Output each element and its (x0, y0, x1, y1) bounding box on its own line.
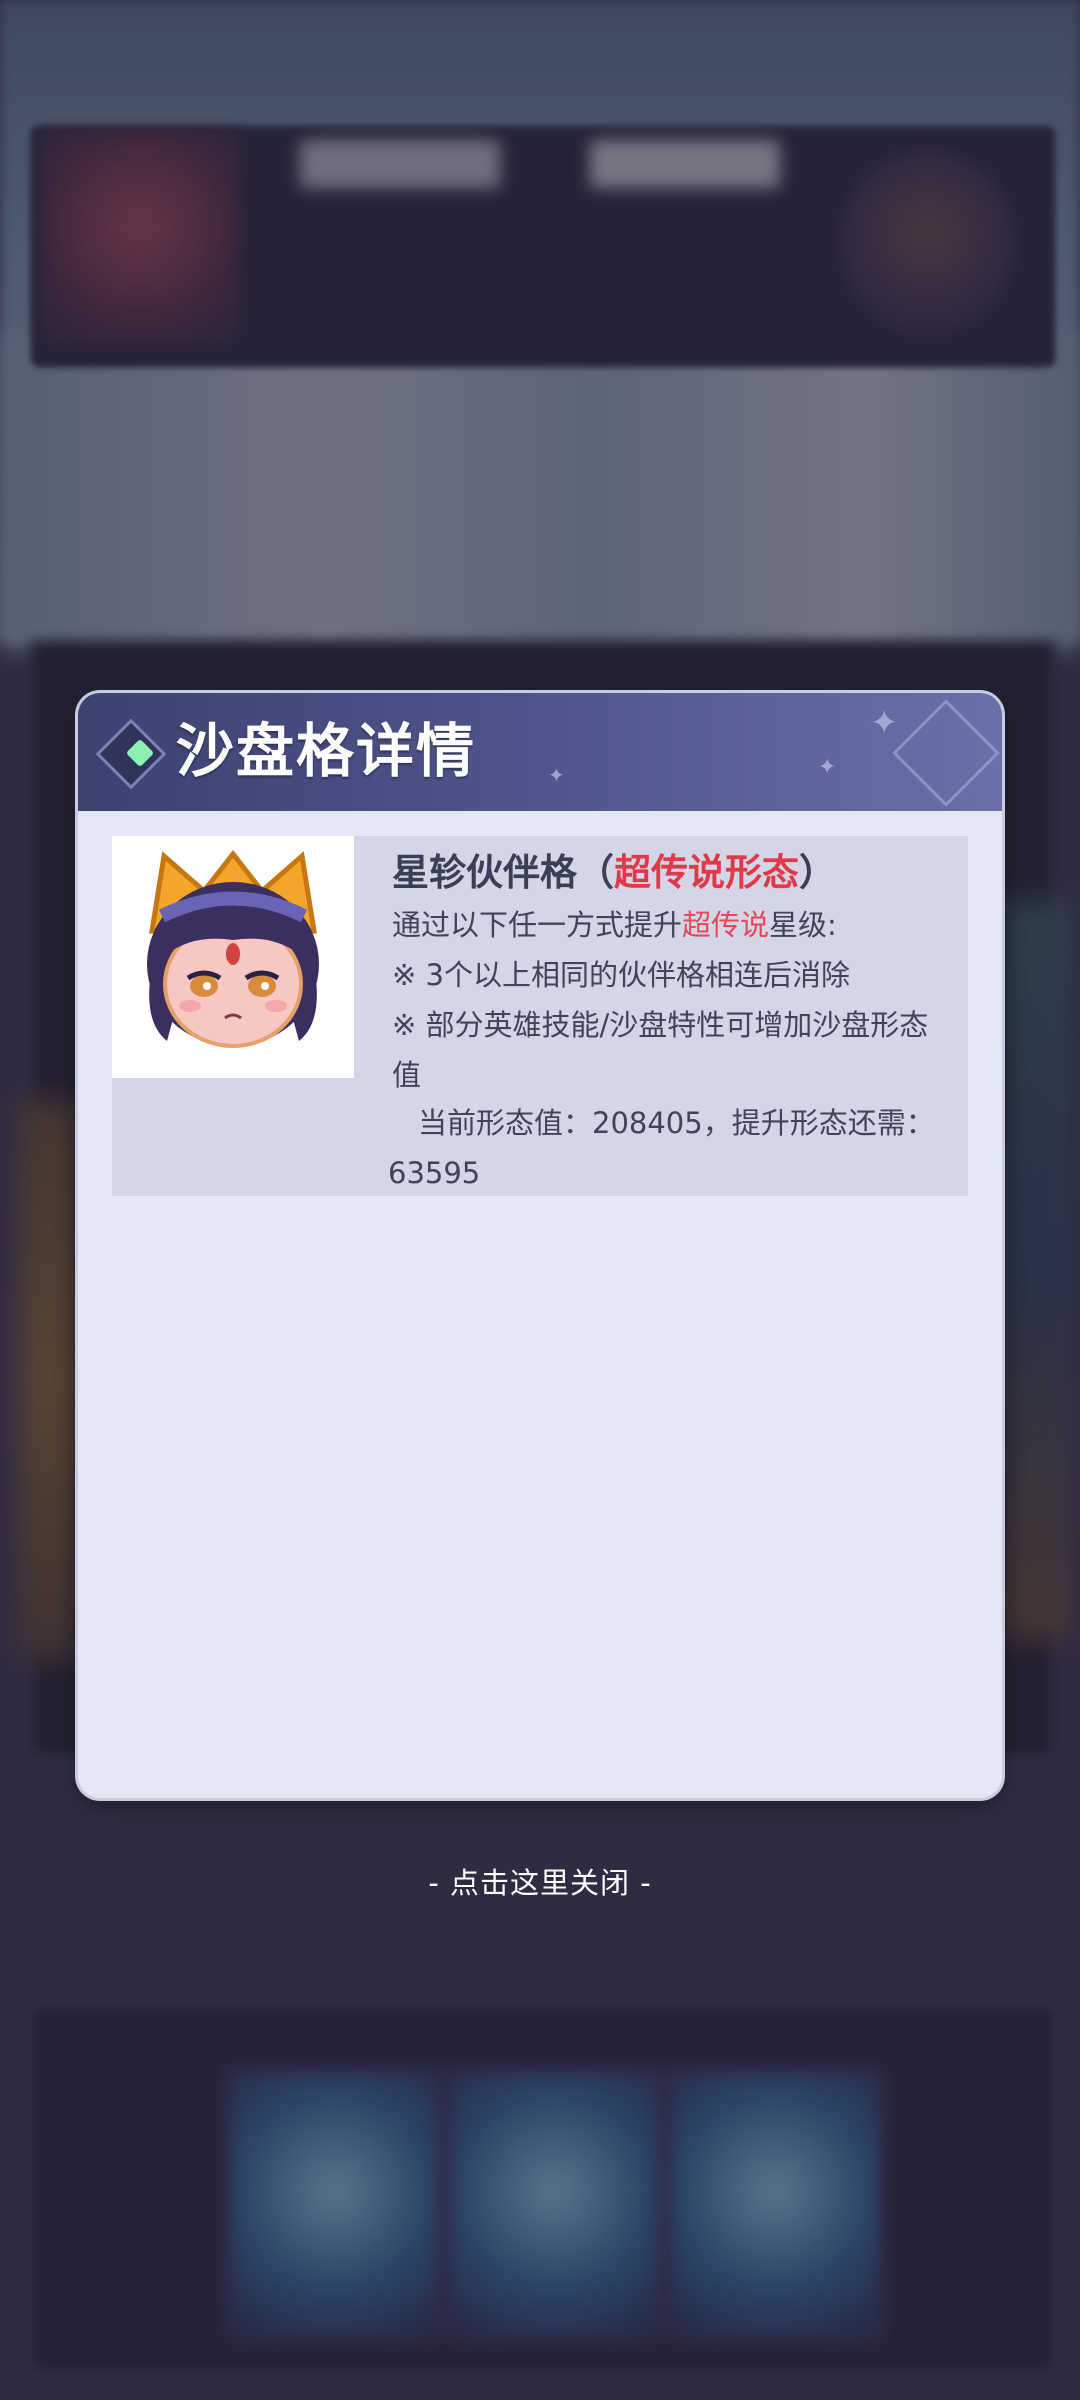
tile-detail-dialog: 沙盘格详情 ✦ ✦ ✦ 星轸伙伴格（超传说形态） 通过以下任一方式提升超传说星级… (78, 693, 1002, 1798)
tile-name: 星轸伙伴格 (392, 850, 577, 894)
star-emblem-icon (892, 699, 1000, 807)
dialog-title: 沙盘格详情 (176, 717, 477, 785)
sparkle-icon: ✦ (548, 763, 565, 787)
upgrade-prefix: 通过以下任一方式提升 (392, 908, 683, 942)
tile-form: 超传说形态 (614, 850, 799, 894)
sparkle-icon: ✦ (870, 703, 899, 743)
tile-info-card: 星轸伙伴格（超传说形态） 通过以下任一方式提升超传说星级: ※ 3个以上相同的伙… (112, 836, 968, 1196)
method-2: ※ 部分英雄技能/沙盘特性可增加沙盘形态值 (392, 1008, 929, 1092)
sparkle-icon: ✦ (818, 755, 837, 780)
current-value-text: 当前形态值：208405，提升形态还需：63595 (388, 1106, 935, 1190)
current-value-line: 当前形态值：208405，提升形态还需：63595 (388, 1098, 958, 1198)
close-hint[interactable]: - 点击这里关闭 - (0, 1860, 1080, 1902)
upgrade-line: 通过以下任一方式提升超传说星级: (392, 900, 952, 950)
upgrade-suffix: 星级: (769, 908, 837, 942)
paren-close: ） (799, 850, 836, 894)
method-1: ※ 3个以上相同的伙伴格相连后消除 (392, 958, 850, 992)
upgrade-highlight: 超传说 (682, 908, 770, 942)
character-portrait-icon (112, 836, 354, 1078)
dialog-header: 沙盘格详情 ✦ ✦ ✦ (78, 693, 1002, 811)
paren-open: （ (577, 850, 614, 894)
tile-description: 星轸伙伴格（超传说形态） 通过以下任一方式提升超传说星级: ※ 3个以上相同的伙… (392, 844, 952, 1100)
tile-name-line: 星轸伙伴格（超传说形态） (392, 844, 952, 900)
